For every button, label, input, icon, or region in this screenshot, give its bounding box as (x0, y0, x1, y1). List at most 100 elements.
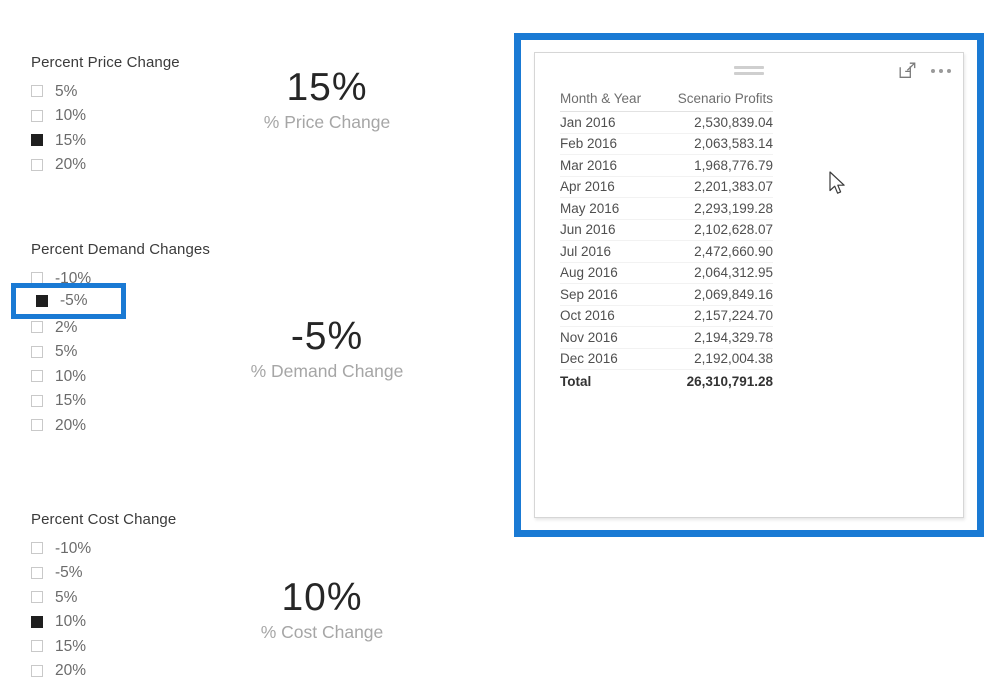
table-total-row: Total 26,310,791.28 (560, 369, 773, 392)
checkbox-checked-icon[interactable] (36, 294, 48, 307)
slicer-item-label: 2% (55, 318, 78, 336)
slicer-item-label: -5% (55, 564, 83, 581)
cell-month: Mar 2016 (560, 154, 664, 177)
table-row[interactable]: Feb 2016 2,063,583.14 (560, 133, 773, 155)
cell-value: 2,192,004.38 (664, 348, 773, 370)
slicer-item-label: 20% (55, 662, 87, 679)
checkbox-icon[interactable] (31, 85, 43, 98)
cell-month: Jan 2016 (560, 111, 664, 134)
checkbox-icon[interactable] (31, 566, 43, 579)
checkbox-icon[interactable] (31, 591, 43, 604)
checkbox-icon[interactable] (31, 370, 43, 383)
cell-value: 2,194,329.78 (664, 326, 773, 349)
slicer-item-price-20[interactable]: 20% (31, 153, 180, 178)
slicer-item-demand-5[interactable]: 5% (31, 340, 210, 365)
slicer-item-label: 5% (55, 588, 78, 606)
checkbox-icon[interactable] (31, 640, 43, 653)
slicer-item-demand-20[interactable]: 20% (31, 413, 210, 438)
checkbox-icon[interactable] (31, 321, 43, 334)
card-value: 15% (286, 66, 368, 109)
annotation-box-table-visual: Month & Year Scenario Profits Jan 2016 2… (514, 33, 984, 537)
slicer-item-label: 5% (55, 82, 78, 100)
cell-month: Jun 2016 (560, 219, 664, 241)
slicer-item-demand-15[interactable]: 15% (31, 389, 210, 414)
cell-value: 2,201,383.07 (664, 176, 773, 198)
slicer-item-label: 20% (55, 416, 87, 434)
table-row[interactable]: Oct 2016 2,157,224.70 (560, 305, 773, 327)
slicer-title-cost: Percent Cost Change (31, 511, 177, 528)
table-row[interactable]: Aug 2016 2,064,312.95 (560, 262, 773, 284)
slicer-item-cost-20[interactable]: 20% (31, 659, 176, 684)
cell-value: 2,069,849.16 (664, 283, 773, 306)
slicer-item-cost-minus10[interactable]: -10% (31, 536, 176, 561)
table-visual-header (535, 53, 963, 86)
cell-value: 2,157,224.70 (664, 305, 773, 327)
column-header-month[interactable]: Month & Year (560, 89, 664, 112)
card-price-change: 15% % Price Change (212, 66, 442, 134)
checkbox-icon[interactable] (31, 542, 43, 555)
table-row[interactable]: Dec 2016 2,192,004.38 (560, 348, 773, 370)
table-visual-panel: Month & Year Scenario Profits Jan 2016 2… (521, 40, 977, 530)
cell-value: 1,968,776.79 (664, 154, 773, 177)
slicer-item-label: -5% (60, 292, 88, 309)
table-header-row: Month & Year Scenario Profits (560, 89, 773, 112)
checkbox-icon[interactable] (31, 394, 43, 407)
checkbox-icon[interactable] (31, 419, 43, 432)
table-row[interactable]: Mar 2016 1,968,776.79 (560, 154, 773, 177)
slicer-item-price-5[interactable]: 5% (31, 79, 180, 104)
cell-value: 2,064,312.95 (664, 262, 773, 284)
table-visual-inner: Month & Year Scenario Profits Jan 2016 2… (534, 52, 964, 518)
slicer-item-label: 10% (55, 107, 87, 124)
slicer-item-cost-15[interactable]: 15% (31, 634, 176, 659)
checkbox-icon[interactable] (31, 345, 43, 358)
checkbox-checked-icon[interactable] (31, 615, 43, 628)
slicer-item-price-15[interactable]: 15% (31, 128, 180, 153)
slicer-item-label: -10% (55, 539, 92, 557)
slicer-item-label: 15% (55, 392, 87, 409)
mouse-cursor-icon (829, 171, 849, 198)
table-row[interactable]: Nov 2016 2,194,329.78 (560, 326, 773, 349)
table-row[interactable]: Jul 2016 2,472,660.90 (560, 240, 773, 263)
checkbox-checked-icon[interactable] (31, 134, 43, 147)
card-label: % Cost Change (260, 621, 384, 642)
scenario-profits-table: Month & Year Scenario Profits Jan 2016 2… (560, 89, 773, 392)
slicer-item-price-10[interactable]: 10% (31, 104, 180, 129)
table-row[interactable]: Apr 2016 2,201,383.07 (560, 176, 773, 198)
cell-month: Nov 2016 (560, 326, 664, 349)
cell-value: 2,472,660.90 (664, 240, 773, 263)
cell-total-value: 26,310,791.28 (664, 369, 773, 392)
slicer-item-label: 15% (55, 131, 87, 149)
table-row[interactable]: Sep 2016 2,069,849.16 (560, 283, 773, 306)
cell-total-label: Total (560, 369, 664, 392)
slicer-item-label: 20% (55, 156, 87, 173)
slicer-title-demand: Percent Demand Changes (31, 241, 210, 258)
card-label: % Demand Change (250, 360, 404, 381)
cell-month: Dec 2016 (560, 348, 664, 370)
cell-month: Aug 2016 (560, 262, 664, 284)
table-row[interactable]: Jan 2016 2,530,839.04 (560, 111, 773, 134)
cell-month: May 2016 (560, 197, 664, 220)
card-value: -5% (290, 315, 364, 358)
slicer-percent-cost-change: Percent Cost Change -10% -5% 5% 10% 15% … (31, 511, 176, 683)
cell-month: Feb 2016 (560, 133, 664, 155)
slicer-percent-price-change: Percent Price Change 5% 10% 15% 20% (31, 54, 180, 177)
slicer-item-demand-10[interactable]: 10% (31, 364, 210, 389)
checkbox-icon[interactable] (31, 664, 43, 677)
focus-mode-icon[interactable] (899, 62, 916, 79)
checkbox-icon[interactable] (31, 158, 43, 171)
slicer-item-cost-minus5[interactable]: -5% (31, 561, 176, 586)
table-row[interactable]: May 2016 2,293,199.28 (560, 197, 773, 220)
card-label: % Price Change (263, 111, 391, 132)
cell-month: Sep 2016 (560, 283, 664, 306)
slicer-item-demand-minus5-highlighted[interactable]: -5% (36, 293, 88, 309)
cell-value: 2,293,199.28 (664, 197, 773, 220)
column-header-scenario-profits[interactable]: Scenario Profits (664, 89, 773, 112)
cell-month: Apr 2016 (560, 176, 664, 198)
slicer-item-cost-5[interactable]: 5% (31, 585, 176, 610)
table-row[interactable]: Jun 2016 2,102,628.07 (560, 219, 773, 241)
slicer-item-cost-10[interactable]: 10% (31, 610, 176, 635)
checkbox-icon[interactable] (31, 109, 43, 122)
slicer-percent-demand-changes: Percent Demand Changes -10% -5% 2% 5% 10… (31, 241, 210, 438)
more-options-icon[interactable] (931, 62, 951, 79)
drag-handle-icon[interactable] (734, 66, 764, 78)
